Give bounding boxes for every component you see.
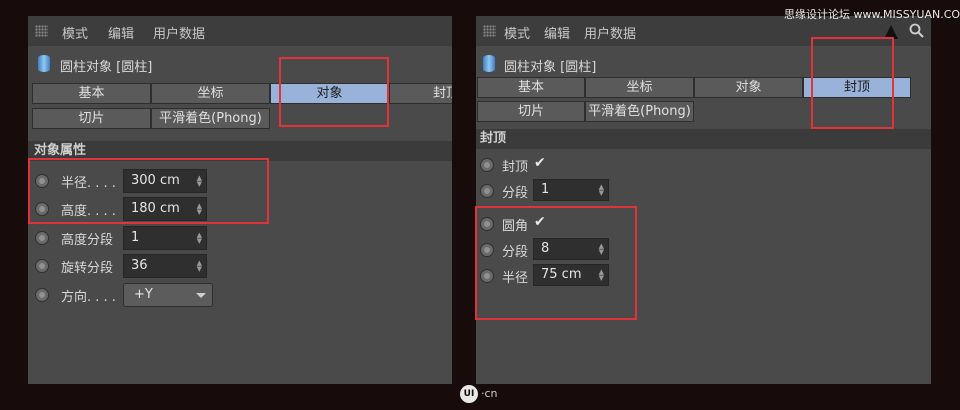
radio-icon[interactable] bbox=[35, 288, 49, 302]
height-segments-value: 1 bbox=[131, 230, 140, 245]
spinner-icon[interactable]: ▲ ▼ bbox=[599, 184, 604, 197]
radio-icon[interactable] bbox=[480, 158, 494, 172]
direction-dropdown[interactable]: +Y bbox=[123, 283, 213, 307]
object-title: 圆柱对象 [圆柱] bbox=[504, 60, 597, 75]
rotation-segments-value: 36 bbox=[131, 258, 148, 273]
grip-icon[interactable] bbox=[35, 25, 48, 37]
tab-basic[interactable]: 基本 bbox=[32, 83, 151, 104]
menu-bar: 模式 编辑 用户数据 bbox=[28, 16, 452, 46]
tab-caps[interactable]: 封顶 bbox=[389, 83, 452, 104]
caps-label: 封顶 bbox=[502, 160, 529, 175]
highlight-radius-height bbox=[28, 158, 269, 224]
grip-icon[interactable] bbox=[483, 25, 496, 37]
spinner-icon[interactable]: ▲ ▼ bbox=[197, 232, 202, 245]
direction-label: 方向. . . . bbox=[61, 290, 116, 305]
radio-icon[interactable] bbox=[35, 231, 49, 245]
tab-coord[interactable]: 坐标 bbox=[585, 77, 694, 98]
highlight-fillet-group bbox=[475, 206, 637, 320]
tab-phong[interactable]: 平滑着色(Phong) bbox=[585, 101, 694, 122]
height-segments-label: 高度分段 bbox=[61, 233, 114, 248]
radio-icon[interactable] bbox=[480, 184, 494, 198]
radio-icon[interactable] bbox=[35, 259, 49, 273]
watermark-text: 思缘设计论坛 www.MISSYUAN.COM bbox=[784, 8, 960, 21]
search-icon[interactable] bbox=[909, 23, 925, 39]
chevron-down-icon bbox=[196, 293, 206, 298]
tab-basic[interactable]: 基本 bbox=[477, 77, 585, 98]
tab-slice[interactable]: 切片 bbox=[477, 101, 585, 122]
direction-value: +Y bbox=[134, 287, 153, 302]
caps-segments-value: 1 bbox=[541, 182, 550, 197]
object-title: 圆柱对象 [圆柱] bbox=[60, 60, 153, 75]
rotation-segments-field[interactable]: 36 ▲ ▼ bbox=[123, 254, 207, 278]
tab-coord[interactable]: 坐标 bbox=[151, 83, 270, 104]
checkmark-icon[interactable]: ✔ bbox=[534, 155, 546, 171]
tab-phong[interactable]: 平滑着色(Phong) bbox=[151, 108, 270, 129]
caps-segments-label: 分段 bbox=[502, 186, 529, 201]
menu-mode[interactable]: 模式 bbox=[62, 23, 88, 42]
tab-slice[interactable]: 切片 bbox=[32, 108, 151, 129]
height-segments-field[interactable]: 1 ▲ ▼ bbox=[123, 226, 207, 250]
spinner-icon[interactable]: ▲ ▼ bbox=[197, 260, 202, 273]
caps-segments-field[interactable]: 1 ▲ ▼ bbox=[533, 179, 609, 201]
highlight-object-tab bbox=[279, 57, 389, 127]
menu-userdata[interactable]: 用户数据 bbox=[153, 23, 205, 42]
menu-edit[interactable]: 编辑 bbox=[544, 23, 570, 42]
logo-suffix: ·cn bbox=[481, 387, 498, 400]
tab-object[interactable]: 对象 bbox=[694, 77, 803, 98]
cylinder-icon bbox=[38, 55, 50, 72]
highlight-caps-tab bbox=[811, 37, 894, 129]
menu-edit[interactable]: 编辑 bbox=[108, 23, 134, 42]
rotation-segments-label: 旋转分段 bbox=[61, 261, 114, 276]
logo-icon: UI bbox=[460, 385, 478, 403]
menu-userdata[interactable]: 用户数据 bbox=[584, 23, 636, 42]
menu-mode[interactable]: 模式 bbox=[504, 23, 530, 42]
cylinder-icon bbox=[483, 55, 495, 72]
section-header: 封顶 bbox=[476, 129, 931, 149]
